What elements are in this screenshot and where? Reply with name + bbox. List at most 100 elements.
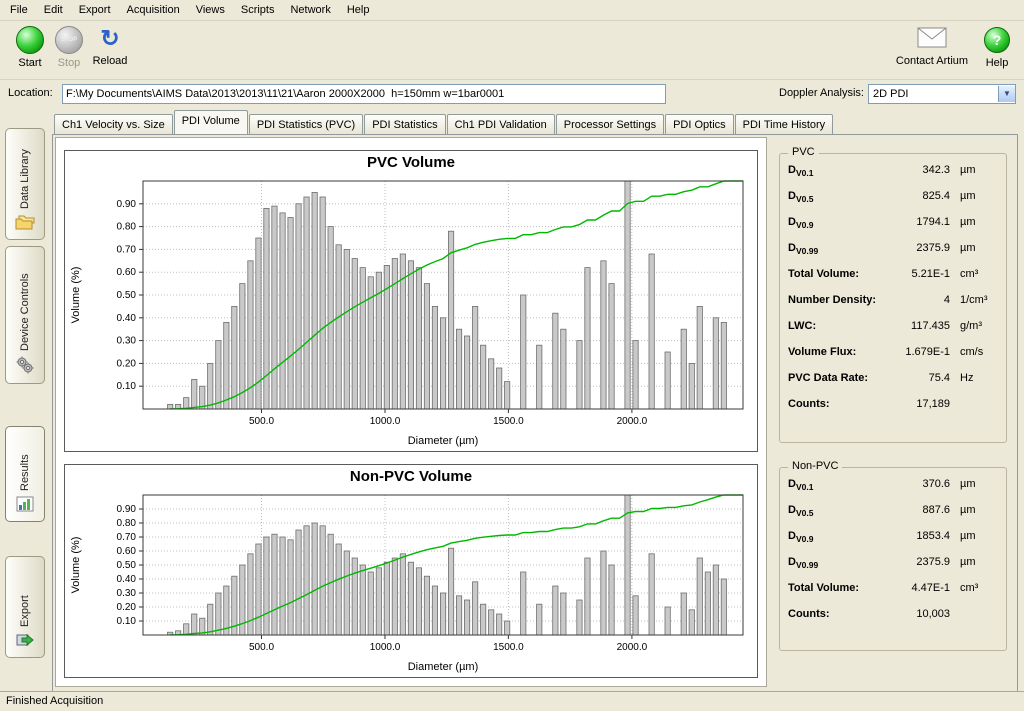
pvc-stat-label: DV0.99 — [788, 242, 900, 256]
pvc-stats-rows: DV0.1342.3µmDV0.5825.4µmDV0.91794.1µmDV0… — [780, 164, 1006, 424]
location-input[interactable] — [62, 84, 666, 104]
svg-text:0.10: 0.10 — [117, 616, 137, 627]
start-button-label: Start — [8, 57, 52, 69]
tab-pdi-optics[interactable]: PDI Optics — [665, 114, 734, 135]
contact-artium-label: Contact Artium — [892, 55, 972, 67]
doppler-analysis-select[interactable]: 2D PDI ▼ — [868, 84, 1016, 104]
nonpvc-volume-chart: 0.100.200.300.400.500.600.700.800.90500.… — [65, 489, 755, 675]
svg-text:1000.0: 1000.0 — [370, 642, 401, 653]
menu-item-scripts[interactable]: Scripts — [233, 1, 283, 19]
sidebar-item-label: Export — [19, 563, 31, 627]
sidebar-item-data-library[interactable]: Data Library — [5, 128, 45, 240]
pvc-volume-chart: 0.100.200.300.400.500.600.700.800.90500.… — [65, 175, 755, 449]
svg-text:Volume (%): Volume (%) — [70, 537, 82, 594]
location-label: Location: — [8, 87, 53, 99]
nonpvc-group-title: Non-PVC — [788, 460, 842, 472]
pvc-stat-row: Counts:17,189 — [780, 398, 1006, 424]
tab-pdi-volume[interactable]: PDI Volume — [174, 110, 248, 134]
svg-text:0.30: 0.30 — [117, 336, 137, 347]
nonpvc-stat-unit: µm — [960, 478, 998, 490]
pvc-stat-label: Volume Flux: — [788, 346, 900, 358]
reload-button[interactable]: ↻ Reload — [86, 24, 134, 67]
status-text: Finished Acquisition — [6, 695, 103, 707]
doppler-analysis-value: 2D PDI — [869, 88, 998, 100]
menu-item-edit[interactable]: Edit — [36, 1, 71, 19]
toolbar: Start STOP Stop ↻ Reload Contact Artium … — [0, 21, 1024, 80]
main-area: Ch1 Velocity vs. SizePDI VolumePDI Stati… — [52, 112, 1018, 692]
svg-text:2000.0: 2000.0 — [617, 642, 648, 653]
stop-button[interactable]: STOP Stop — [50, 24, 88, 69]
pvc-stat-row: DV0.91794.1µm — [780, 216, 1006, 242]
svg-text:500.0: 500.0 — [249, 642, 274, 653]
menu-item-export[interactable]: Export — [71, 1, 119, 19]
tab-pdi-statistics-pvc-[interactable]: PDI Statistics (PVC) — [249, 114, 363, 135]
pvc-stat-unit: 1/cm³ — [960, 294, 998, 306]
sidebar-item-results[interactable]: Results — [5, 426, 45, 522]
sidebar-item-export[interactable]: Export — [5, 556, 45, 658]
pvc-group-title: PVC — [788, 146, 819, 158]
svg-text:0.10: 0.10 — [117, 381, 137, 392]
nonpvc-stat-label: Total Volume: — [788, 582, 900, 594]
pvc-stat-label: DV0.5 — [788, 190, 900, 204]
pvc-stat-unit: µm — [960, 164, 998, 176]
menu-item-acquisition[interactable]: Acquisition — [119, 1, 188, 19]
svg-text:1500.0: 1500.0 — [493, 416, 524, 427]
tab-pdi-time-history[interactable]: PDI Time History — [735, 114, 834, 135]
tab-pdi-statistics[interactable]: PDI Statistics — [364, 114, 445, 135]
tab-strip: Ch1 Velocity vs. SizePDI VolumePDI Stati… — [54, 112, 834, 134]
nonpvc-stat-value: 10,003 — [900, 608, 960, 620]
tab-ch1-pdi-validation[interactable]: Ch1 PDI Validation — [447, 114, 555, 135]
nonpvc-stat-label: DV0.1 — [788, 478, 900, 492]
help-button[interactable]: ? Help — [978, 24, 1016, 69]
contact-artium-button[interactable]: Contact Artium — [892, 24, 972, 67]
pvc-stat-label: DV0.9 — [788, 216, 900, 230]
reload-icon: ↻ — [96, 25, 124, 53]
pvc-stat-unit: Hz — [960, 372, 998, 384]
svg-text:0.20: 0.20 — [117, 358, 137, 369]
start-button[interactable]: Start — [8, 24, 52, 69]
pvc-chart-title: PVC Volume — [65, 151, 757, 175]
pvc-stat-value: 117.435 — [900, 320, 960, 332]
svg-text:Diameter (µm): Diameter (µm) — [408, 661, 479, 673]
svg-text:1000.0: 1000.0 — [370, 416, 401, 427]
nonpvc-stats-rows: DV0.1370.6µmDV0.5887.6µmDV0.91853.4µmDV0… — [780, 478, 1006, 634]
folders-icon — [15, 214, 35, 233]
chevron-down-icon[interactable]: ▼ — [998, 86, 1015, 102]
pvc-chart-box: PVC Volume 0.100.200.300.400.500.600.700… — [64, 150, 758, 452]
pvc-stat-value: 5.21E-1 — [900, 268, 960, 280]
start-icon — [16, 26, 44, 54]
pvc-stat-value: 2375.9 — [900, 242, 960, 254]
nonpvc-stat-label: DV0.5 — [788, 504, 900, 518]
sidebar-item-device-controls[interactable]: Device Controls — [5, 246, 45, 384]
nonpvc-stat-value: 370.6 — [900, 478, 960, 490]
tab-ch1-velocity-vs-size[interactable]: Ch1 Velocity vs. Size — [54, 114, 173, 135]
pvc-stat-value: 17,189 — [900, 398, 960, 410]
pvc-stat-unit: g/m³ — [960, 320, 998, 332]
tab-processor-settings[interactable]: Processor Settings — [556, 114, 664, 135]
svg-text:0.60: 0.60 — [117, 267, 137, 278]
menu-item-help[interactable]: Help — [339, 1, 378, 19]
gears-icon — [15, 356, 35, 377]
svg-text:0.50: 0.50 — [117, 560, 137, 571]
pvc-stat-label: Total Volume: — [788, 268, 900, 280]
menu-item-views[interactable]: Views — [188, 1, 233, 19]
nonpvc-stat-row: Total Volume:4.47E-1cm³ — [780, 582, 1006, 608]
pvc-stat-label: Counts: — [788, 398, 900, 410]
svg-text:0.70: 0.70 — [117, 532, 137, 543]
nonpvc-stat-value: 887.6 — [900, 504, 960, 516]
pvc-stat-value: 825.4 — [900, 190, 960, 202]
menu-item-file[interactable]: File — [2, 1, 36, 19]
sidebar-item-label: Data Library — [19, 135, 31, 209]
help-icon: ? — [984, 27, 1010, 53]
svg-text:0.60: 0.60 — [117, 546, 137, 557]
menu-item-network[interactable]: Network — [282, 1, 338, 19]
pvc-stat-value: 1794.1 — [900, 216, 960, 228]
status-bar: Finished Acquisition — [0, 691, 1024, 711]
svg-text:2000.0: 2000.0 — [617, 416, 648, 427]
pvc-stat-row: Total Volume:5.21E-1cm³ — [780, 268, 1006, 294]
pvc-stat-row: DV0.5825.4µm — [780, 190, 1006, 216]
pvc-stat-label: PVC Data Rate: — [788, 372, 900, 384]
nonpvc-stat-row: DV0.91853.4µm — [780, 530, 1006, 556]
sidebar: Data Library Device Controls Results — [0, 110, 52, 691]
doppler-analysis-label: Doppler Analysis: — [779, 87, 864, 99]
